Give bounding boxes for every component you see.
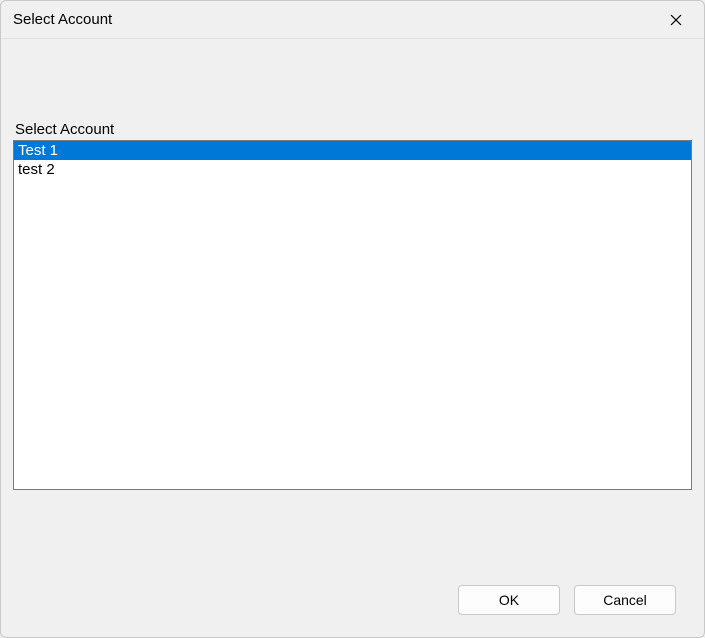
- dialog-title: Select Account: [13, 11, 112, 28]
- button-row: OK Cancel: [458, 585, 676, 615]
- close-button[interactable]: [656, 4, 696, 36]
- account-listbox[interactable]: Test 1test 2: [13, 140, 692, 490]
- ok-button[interactable]: OK: [458, 585, 560, 615]
- list-item[interactable]: Test 1: [14, 141, 691, 160]
- titlebar: Select Account: [1, 1, 704, 39]
- list-item[interactable]: test 2: [14, 160, 691, 179]
- close-icon: [670, 14, 682, 26]
- dialog-content: Select Account Test 1test 2: [1, 39, 704, 637]
- select-account-dialog: Select Account Select Account Test 1test…: [0, 0, 705, 638]
- cancel-button[interactable]: Cancel: [574, 585, 676, 615]
- listbox-label: Select Account: [13, 121, 692, 138]
